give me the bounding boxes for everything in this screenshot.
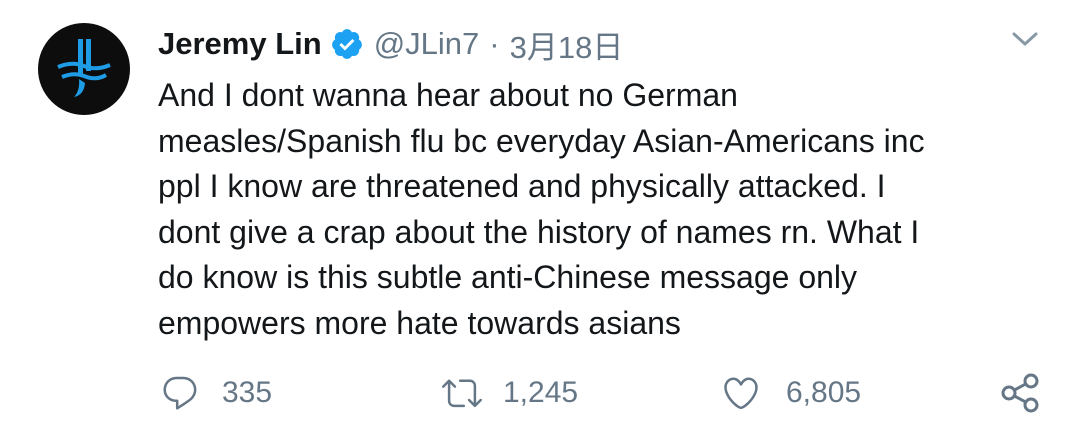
- chevron-down-icon: [1012, 32, 1038, 46]
- tweet-text-line: dont give a crap about the history of na…: [158, 213, 920, 250]
- share-button[interactable]: [998, 370, 1042, 416]
- avatar[interactable]: [38, 23, 130, 115]
- tweet-text-line: empowers more hate towards asians: [158, 304, 681, 341]
- tweet-text-line: And I dont wanna hear about no German: [158, 77, 738, 113]
- retweet-count: 1,245: [503, 376, 579, 409]
- retweet-button[interactable]: 1,245: [441, 370, 578, 416]
- reply-icon: [163, 376, 197, 410]
- verified-badge-icon: [330, 27, 364, 61]
- like-count: 6,805: [786, 376, 862, 409]
- tweet-date[interactable]: 3月18日: [510, 22, 624, 67]
- share-icon: [1001, 373, 1039, 413]
- more-options-button[interactable]: [1008, 26, 1042, 52]
- tweet-text: And I dont wanna hear about no German me…: [158, 73, 1058, 347]
- tweet-header: Jeremy Lin @JLin7 · 3月18日: [158, 22, 623, 66]
- tweet-text-line: ppl I know are threatened and physically…: [158, 168, 886, 205]
- tweet-text-line: do know is this subtle anti-Chinese mess…: [158, 259, 858, 296]
- tweet-actions: 335 1,245 6,805: [0, 370, 1079, 416]
- reply-button[interactable]: 335: [160, 370, 272, 416]
- separator-dot: ·: [489, 26, 500, 61]
- like-button[interactable]: 6,805: [720, 370, 861, 416]
- jl-logo-icon: [57, 39, 111, 97]
- heart-icon: [724, 377, 758, 410]
- author-handle[interactable]: @JLin7: [374, 26, 480, 62]
- author-name[interactable]: Jeremy Lin: [158, 26, 322, 62]
- tweet-text-line: measles/Spanish flu bc everyday Asian-Am…: [158, 122, 925, 159]
- retweet-icon: [442, 379, 482, 408]
- reply-count: 335: [222, 376, 273, 409]
